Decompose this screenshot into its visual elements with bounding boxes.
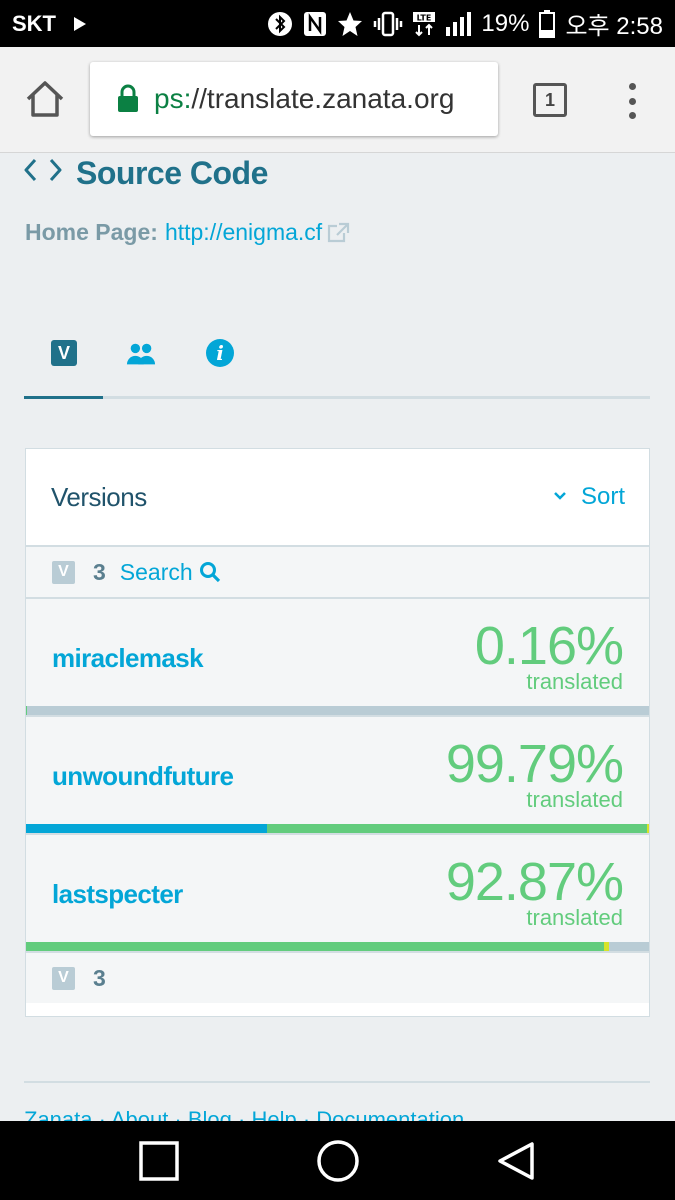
progress-fuzzy	[604, 942, 610, 951]
project-tabs: V i	[24, 333, 650, 399]
page-title-text: Source Code	[76, 155, 268, 191]
svg-text:LTE: LTE	[417, 13, 432, 22]
tab-count: 1	[544, 89, 555, 110]
search-icon	[199, 562, 220, 583]
tab-switcher-button[interactable]: 1	[533, 83, 567, 117]
sort-button[interactable]: Sort	[553, 483, 625, 511]
search-button[interactable]: Search	[120, 559, 221, 586]
lte-icon: LTE	[413, 11, 436, 37]
active-tab-indicator	[24, 396, 103, 399]
progress-translated	[26, 706, 27, 715]
sort-label: Sort	[580, 483, 625, 510]
version-status-label: translated	[526, 787, 623, 812]
version-status-label: translated	[526, 905, 623, 930]
version-badge-icon: V	[52, 560, 75, 584]
lock-icon	[116, 84, 140, 114]
bluetooth-icon	[267, 11, 293, 37]
versions-panel: Versions Sort V 3 Search miraclemask 0.1…	[25, 448, 650, 1017]
version-name[interactable]: miraclemask	[52, 643, 204, 674]
info-tab-icon[interactable]: i	[206, 339, 234, 367]
system-nav-bar	[0, 1121, 675, 1200]
external-link-icon[interactable]	[326, 222, 350, 244]
triangle-back-icon	[498, 1141, 534, 1180]
home-page-label: Home Page:	[25, 219, 158, 245]
play-icon	[72, 16, 88, 32]
version-footer-count: 3	[93, 964, 106, 991]
versions-title: Versions	[51, 481, 147, 512]
page-content: Source Code Home Page: http://enigma.cf …	[0, 153, 675, 1121]
version-row[interactable]: lastspecter 92.87% translated	[26, 835, 649, 953]
progress-bar	[26, 706, 649, 715]
versions-header: Versions Sort	[26, 449, 649, 547]
version-percent: 92.87%	[445, 852, 624, 912]
square-icon	[139, 1140, 179, 1181]
vibrate-icon	[373, 11, 403, 37]
version-percent: 0.16%	[474, 616, 624, 676]
home-icon[interactable]	[24, 79, 66, 119]
people-tab-icon[interactable]	[126, 339, 156, 369]
url-text: ps://translate.zanata.org	[154, 83, 454, 115]
chevron-down-icon	[553, 488, 567, 506]
versions-tab-letter: V	[57, 342, 70, 363]
progress-approved	[26, 824, 268, 833]
clock: 오후 2:58	[565, 13, 663, 40]
version-row[interactable]: miraclemask 0.16% translated	[26, 599, 649, 717]
progress-bar	[26, 942, 649, 951]
battery-percent: 19%	[481, 9, 530, 37]
version-row[interactable]: unwoundfuture 99.79% translated	[26, 717, 649, 835]
panel-footer: V 3	[26, 953, 649, 1003]
filter-row: V 3 Search	[26, 547, 649, 599]
recents-button[interactable]	[138, 1121, 180, 1200]
search-label: Search	[119, 558, 193, 585]
back-button[interactable]	[496, 1121, 536, 1200]
progress-translated	[26, 942, 605, 951]
battery-icon	[539, 9, 556, 38]
version-count: 3	[93, 558, 106, 585]
circle-icon	[317, 1139, 359, 1182]
footer-links[interactable]: Zanata · About · Blog · Help · Documenta…	[24, 1107, 464, 1121]
url-host: //translate.zanata.org	[191, 83, 455, 114]
address-bar[interactable]: ps://translate.zanata.org	[90, 62, 498, 136]
carrier-label: SKT	[12, 10, 56, 36]
star-icon	[337, 11, 363, 37]
home-nav-button[interactable]	[316, 1121, 360, 1200]
version-name[interactable]: lastspecter	[52, 879, 183, 910]
progress-fuzzy	[647, 824, 649, 833]
versions-tab-icon[interactable]: V	[51, 340, 77, 366]
code-icon	[24, 157, 62, 190]
progress-translated	[267, 824, 648, 833]
browser-toolbar: ps://translate.zanata.org 1	[0, 47, 675, 153]
overflow-menu-icon[interactable]	[626, 83, 638, 119]
footer-divider	[24, 1081, 650, 1083]
nfc-icon	[303, 11, 327, 37]
home-page-link[interactable]: http://enigma.cf	[165, 219, 322, 246]
version-status-label: translated	[526, 669, 623, 694]
signal-icon	[445, 11, 472, 37]
status-bar: SKT LTE 19% 오후 2:58	[0, 0, 675, 47]
progress-bar	[26, 824, 649, 833]
page-title: Source Code	[24, 155, 268, 192]
home-page-row: Home Page: http://enigma.cf	[25, 219, 350, 246]
version-name[interactable]: unwoundfuture	[52, 761, 234, 792]
version-percent: 99.79%	[445, 734, 624, 794]
url-scheme: ps:	[154, 83, 192, 114]
version-badge-icon: V	[52, 966, 75, 990]
